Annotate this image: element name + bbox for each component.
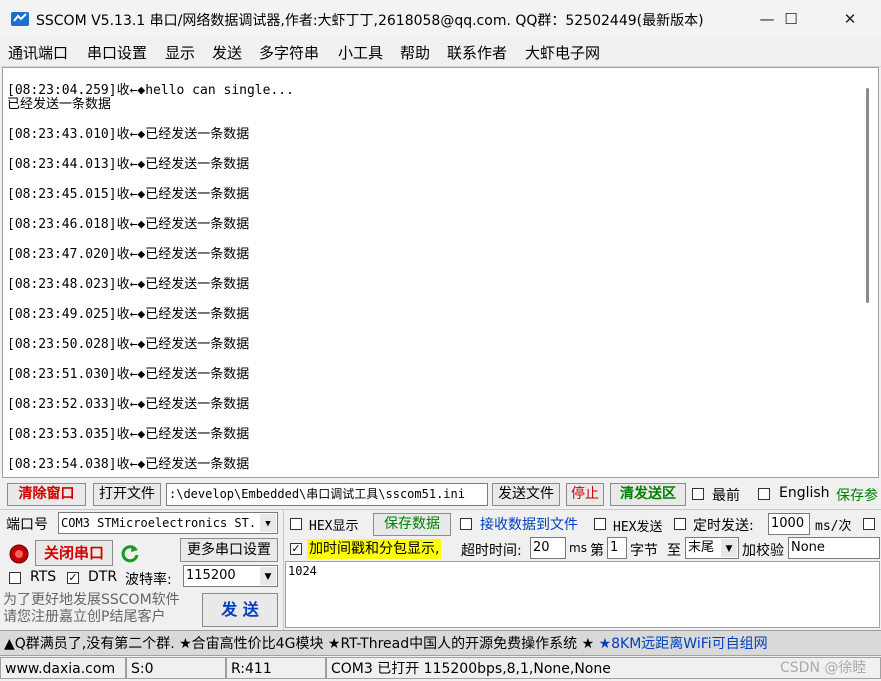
timeout-unit-label: ms [569,541,587,555]
chevron-down-icon: ▼ [260,567,276,585]
receive-line: [08:23:50.028]收←◆已经发送一条数据 [7,337,250,352]
clear-send-button[interactable]: 清发送区 [610,483,686,506]
app-icon [11,12,29,26]
receive-to-file-label: 接收数据到文件 [480,517,578,533]
rts-label: RTS [30,569,57,585]
to-label: 至 [667,543,681,559]
receive-line: [08:23:04.259]收←◆hello can single... [7,83,294,98]
ticker-link[interactable]: ★8KM远距离WiFi可自组网 [599,636,768,652]
checksum-label: 加校验 [742,543,784,559]
chevron-down-icon: ▼ [260,514,276,532]
hex-display-label: HEX显示 [309,519,359,534]
hex-send-checkbox[interactable] [594,518,606,530]
timed-send-label: 定时发送: [693,518,754,534]
baud-label: 波特率: [125,572,172,588]
checksum-select[interactable]: None [788,537,880,559]
receive-line: [08:23:45.015]收←◆已经发送一条数据 [7,187,250,202]
menu-daxia-site[interactable]: 大虾电子网 [525,42,600,63]
ticker-text: ▲Q群满员了,没有第二个群. ★合宙高性价比4G模块 ★RT-Thread中国人… [4,633,768,653]
send-file-button[interactable]: 发送文件 [492,483,560,506]
menu-help[interactable]: 帮助 [400,42,430,63]
receive-line: 已经发送一条数据 [7,97,112,112]
refresh-icon[interactable] [118,541,142,565]
dtr-label: DTR [88,569,118,585]
menu-comm-port[interactable]: 通讯端口 [8,42,68,63]
divider [0,509,881,510]
more-settings-button[interactable]: 更多串口设置 [180,538,278,562]
send-button[interactable]: 发 送 [202,593,278,627]
receive-line: [08:23:49.025]收←◆已经发送一条数据 [7,307,250,322]
baud-select[interactable]: 115200 ▼ [183,565,278,587]
receive-line: [08:23:52.033]收←◆已经发送一条数据 [7,397,250,412]
status-sent: S:0 [126,657,226,679]
save-params-button[interactable]: 保存参 [836,485,878,505]
port-status-icon [9,544,29,564]
port-select-value: COM3 STMicroelectronics ST. [61,516,257,530]
stop-button[interactable]: 停止 [566,483,604,506]
receive-to-file-checkbox[interactable] [460,518,472,530]
timed-send-checkbox[interactable] [674,518,686,530]
receive-line: [08:23:53.035]收←◆已经发送一条数据 [7,427,250,442]
receive-lines: [08:23:04.259]收←◆hello can single... 已经发… [7,82,294,477]
to-select-value: 末尾 [688,540,715,555]
status-site[interactable]: www.daxia.com [0,657,126,679]
timeout-input[interactable]: 20 [530,537,566,559]
byte-suffix-label: 字节 [630,543,658,559]
receive-line: [08:23:43.010]收←◆已经发送一条数据 [7,127,250,142]
chevron-down-icon: ▼ [721,539,737,557]
timestamp-checkbox[interactable]: ✓ [290,543,302,555]
menu-tools[interactable]: 小工具 [338,42,383,63]
close-button[interactable]: ✕ [827,0,873,38]
menu-contact-author[interactable]: 联系作者 [447,42,507,63]
timestamp-label: 加时间戳和分包显示, [307,539,442,559]
english-label: English [779,485,830,501]
receive-line: [08:23:46.018]收←◆已经发送一条数据 [7,217,250,232]
topmost-label: 最前 [712,488,740,504]
menu-multi-string[interactable]: 多字符串 [259,42,319,63]
promo-text: 为了更好地发展SSCOM软件 请您注册嘉立创P结尾客户 [3,592,180,625]
baud-select-value: 115200 [186,568,236,583]
receive-area[interactable]: [08:23:04.259]收←◆hello can single... 已经发… [2,67,879,478]
receive-line: [08:23:44.013]收←◆已经发送一条数据 [7,157,250,172]
receive-scrollbar[interactable] [866,88,869,303]
maximize-button[interactable]: ☐ [768,0,814,38]
menu-send[interactable]: 发送 [212,42,242,63]
rts-checkbox[interactable] [9,572,21,584]
status-received: R:411 [226,657,326,679]
byte-prefix-label: 第 [590,543,604,559]
interval-unit-label: ms/次 [815,519,852,534]
close-port-button[interactable]: 关闭串口 [35,540,113,566]
port-select[interactable]: COM3 STMicroelectronics ST. ▼ [58,512,278,534]
hex-display-checkbox[interactable] [290,518,302,530]
clear-window-button[interactable]: 清除窗口 [7,483,86,506]
receive-line: [08:23:48.023]收←◆已经发送一条数据 [7,277,250,292]
extra-checkbox[interactable] [863,518,875,530]
menu-display[interactable]: 显示 [165,42,195,63]
dtr-checkbox[interactable]: ✓ [67,572,79,584]
port-label: 端口号 [6,517,48,533]
receive-line: [08:23:51.030]收←◆已经发送一条数据 [7,367,250,382]
file-path-input[interactable]: :\develop\Embedded\串口调试工具\sscom51.ini [166,483,488,506]
to-select[interactable]: 末尾 ▼ [685,537,739,559]
ticker-text-main: ▲Q群满员了,没有第二个群. ★合宙高性价比4G模块 ★RT-Thread中国人… [4,636,595,652]
timeout-label: 超时时间: [461,543,522,559]
interval-input[interactable]: 1000 [768,513,810,535]
byte-index-input[interactable]: 1 [607,537,627,559]
hex-send-label: HEX发送 [613,520,663,535]
watermark: CSDN @徐睦 [780,660,867,676]
save-data-button[interactable]: 保存数据 [373,513,451,536]
window-title: SSCOM V5.13.1 串口/网络数据调试器,作者:大虾丁丁,2618058… [36,13,704,29]
receive-line: [08:23:54.038]收←◆已经发送一条数据 [7,457,250,472]
send-text-input[interactable]: 1024 [285,561,880,628]
divider [283,510,284,630]
english-checkbox[interactable] [758,488,770,500]
topmost-checkbox[interactable] [692,488,704,500]
receive-line: [08:23:47.020]收←◆已经发送一条数据 [7,247,250,262]
open-file-button[interactable]: 打开文件 [93,483,161,506]
menu-serial-settings[interactable]: 串口设置 [87,42,147,63]
